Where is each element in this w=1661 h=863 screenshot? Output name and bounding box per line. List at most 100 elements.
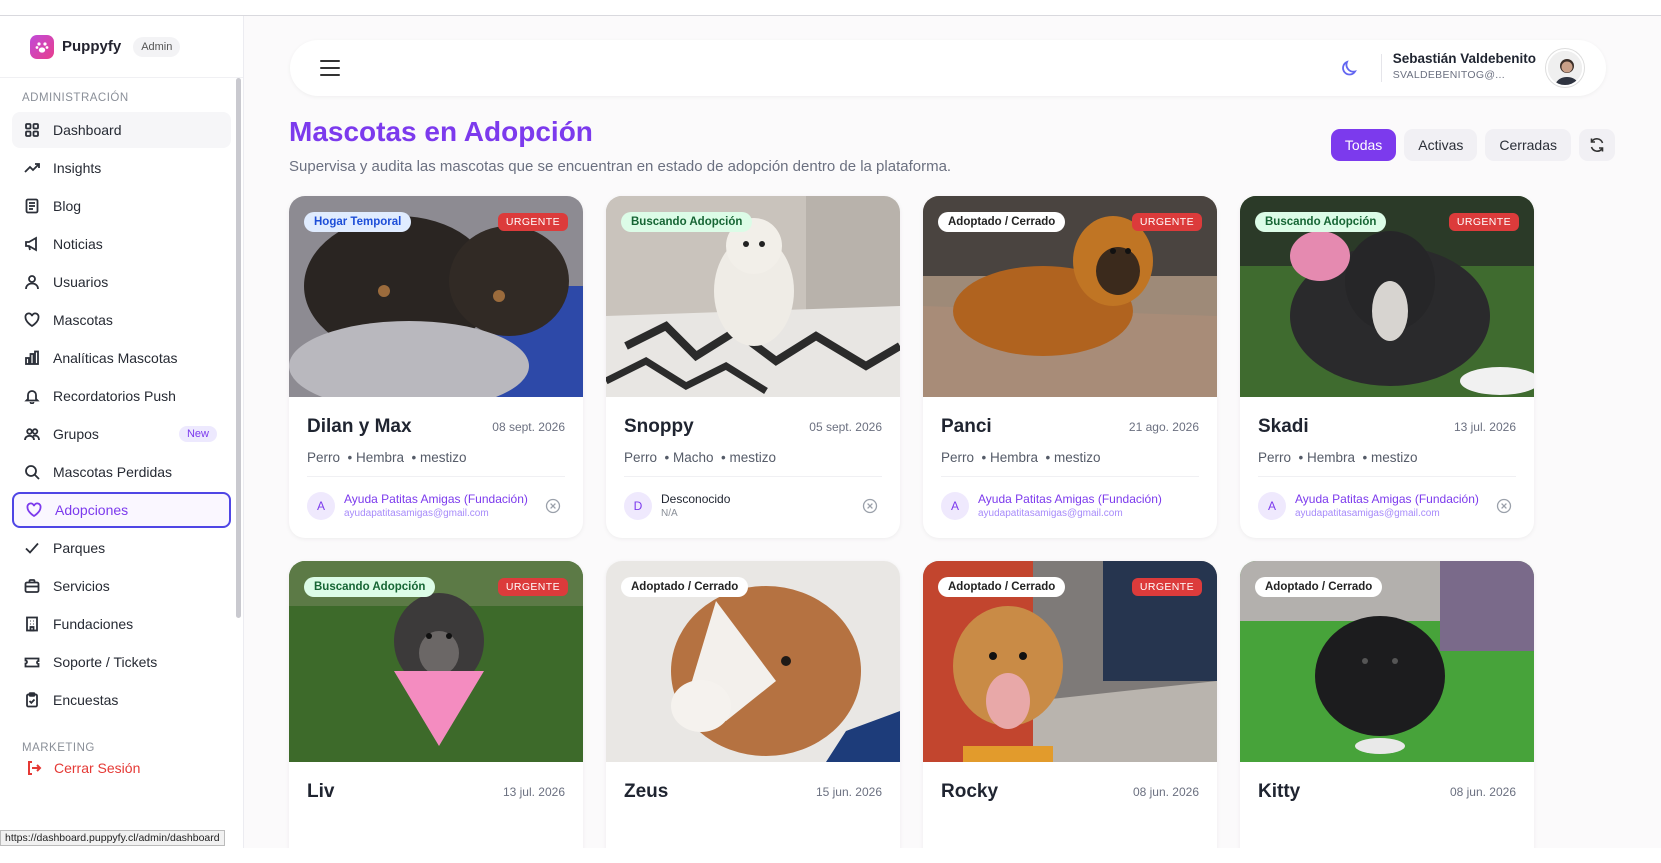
status-badge: Buscando Adopción	[621, 212, 753, 232]
sidebar-item-label: Noticias	[53, 236, 103, 252]
pet-photo: Adoptado / Cerrado	[606, 561, 900, 762]
org-name[interactable]: Desconocido	[661, 492, 730, 506]
pet-card[interactable]: Buscando Adopción URGENTE Skadi 13 jul. …	[1240, 196, 1534, 538]
filter-activas-button[interactable]: Activas	[1404, 129, 1478, 161]
sidebar-item-mascotas[interactable]: Mascotas	[12, 302, 231, 338]
user-info[interactable]: Sebastián Valdebenito SVALDEBENITOG@...	[1393, 51, 1536, 81]
org-name[interactable]: Ayuda Patitas Amigas (Fundación)	[1295, 492, 1479, 506]
megaphone-icon	[23, 235, 41, 253]
pet-card[interactable]: Buscando Adopción Snoppy 05 sept. 2026 P…	[606, 196, 900, 538]
sidebar-item-label: Encuestas	[53, 692, 119, 708]
sidebar-item-recordatorios-push[interactable]: Recordatorios Push	[12, 378, 231, 414]
pet-photo: Adoptado / Cerrado	[1240, 561, 1534, 762]
pet-card[interactable]: Adoptado / Cerrado Zeus 15 jun. 2026	[606, 561, 900, 848]
pet-breed: mestizo	[1371, 450, 1418, 465]
sidebar-item-label: Adopciones	[55, 502, 129, 518]
top-header: Sebastián Valdebenito SVALDEBENITOG@...	[290, 40, 1606, 96]
sidebar-item-adopciones[interactable]: Adopciones	[12, 492, 231, 528]
hamburger-menu-icon[interactable]	[320, 60, 340, 76]
sidebar-item-noticias[interactable]: Noticias	[12, 226, 231, 262]
pet-card[interactable]: Adoptado / Cerrado URGENTE Panci 21 ago.…	[923, 196, 1217, 538]
urgent-badge: URGENTE	[1131, 578, 1202, 596]
org-email: ayudapatitasamigas@gmail.com	[1295, 508, 1440, 519]
sidebar-item-mascotas-perdidas[interactable]: Mascotas Perdidas	[12, 454, 231, 490]
urgent-badge: URGENTE	[497, 578, 568, 596]
status-badge: Buscando Adopción	[1255, 212, 1387, 232]
sidebar-item-encuestas[interactable]: Encuestas	[12, 682, 231, 718]
heart-icon	[23, 311, 41, 329]
close-circle-icon[interactable]	[862, 498, 878, 514]
sidebar-item-grupos[interactable]: Grupos New	[12, 416, 231, 452]
logout-button[interactable]: Cerrar Sesión	[26, 760, 140, 776]
sidebar-item-label: Parques	[53, 540, 106, 556]
org-avatar: A	[941, 492, 969, 520]
sidebar-item-label: Recordatorios Push	[53, 388, 176, 404]
pet-name: Liv	[307, 781, 335, 802]
sidebar-item-insights[interactable]: Insights	[12, 150, 231, 186]
brand-name: Puppyfy	[62, 38, 122, 55]
filter-cerradas-button[interactable]: Cerradas	[1485, 129, 1571, 161]
org-name[interactable]: Ayuda Patitas Amigas (Fundación)	[344, 492, 528, 506]
grid-icon	[23, 121, 41, 139]
pet-species: Perro	[941, 450, 975, 465]
sidebar-item-label: Fundaciones	[53, 616, 134, 632]
close-circle-icon[interactable]	[545, 498, 561, 514]
pet-date: 08 jun. 2026	[1449, 785, 1516, 799]
sidebar-item-usuarios[interactable]: Usuarios	[12, 264, 231, 300]
close-circle-icon[interactable]	[1496, 498, 1512, 514]
ticket-icon	[23, 653, 41, 671]
sidebar-item-analiticas-mascotas[interactable]: Analíticas Mascotas	[12, 340, 231, 376]
trend-icon	[23, 159, 41, 177]
brand: Puppyfy Admin	[0, 16, 243, 78]
pet-meta: Perro • Hembra • mestizo	[307, 450, 467, 465]
pet-meta: Perro • Hembra • mestizo	[1258, 450, 1418, 465]
status-badge: Adoptado / Cerrado	[621, 577, 749, 597]
search-icon	[23, 463, 41, 481]
pet-name: Kitty	[1258, 781, 1301, 802]
filter-todas-button[interactable]: Todas	[1330, 129, 1397, 161]
pet-name: Zeus	[624, 781, 669, 802]
refresh-icon	[1590, 138, 1604, 152]
page-title: Mascotas en Adopción	[289, 116, 593, 147]
pet-date: 08 sept. 2026	[492, 420, 565, 434]
page-subtitle: Supervisa y audita las mascotas que se e…	[289, 158, 952, 175]
moon-icon[interactable]	[1340, 58, 1360, 78]
status-badge: Hogar Temporal	[304, 212, 412, 232]
sidebar-item-parques[interactable]: Parques	[12, 530, 231, 566]
avatar[interactable]	[1546, 49, 1584, 87]
sidebar-item-servicios[interactable]: Servicios	[12, 568, 231, 604]
building-icon	[23, 615, 41, 633]
pet-species: Perro	[624, 450, 658, 465]
pet-date: 13 jul. 2026	[1453, 420, 1516, 434]
pet-species: Perro	[307, 450, 341, 465]
section-label-marketing: MARKETING	[22, 742, 95, 754]
org-avatar: D	[624, 492, 652, 520]
pet-sex: Hembra	[356, 450, 405, 465]
org-email: N/A	[661, 508, 678, 519]
pet-meta: Perro • Hembra • mestizo	[941, 450, 1101, 465]
status-bar-url: https://dashboard.puppyfy.cl/admin/dashb…	[0, 830, 225, 846]
card-divider	[1258, 476, 1516, 477]
sidebar-item-fundaciones[interactable]: Fundaciones	[12, 606, 231, 642]
heart-icon	[25, 501, 43, 519]
pet-card[interactable]: Hogar Temporal URGENTE Dilan y Max 08 se…	[289, 196, 583, 538]
org-name[interactable]: Ayuda Patitas Amigas (Fundación)	[978, 492, 1162, 506]
refresh-button[interactable]	[1579, 129, 1615, 161]
sidebar-scrollbar[interactable]	[236, 78, 241, 618]
pet-card[interactable]: Adoptado / Cerrado Kitty 08 jun. 2026	[1240, 561, 1534, 848]
bar-chart-icon	[23, 349, 41, 367]
sidebar-item-dashboard[interactable]: Dashboard	[12, 112, 231, 148]
sidebar-item-label: Servicios	[53, 578, 110, 594]
pet-date: 21 ago. 2026	[1128, 420, 1199, 434]
sidebar-item-soporte-tickets[interactable]: Soporte / Tickets	[12, 644, 231, 680]
paw-logo-icon[interactable]	[30, 34, 54, 59]
pet-name: Panci	[941, 416, 992, 437]
pet-card[interactable]: Adoptado / Cerrado URGENTE Rocky 08 jun.…	[923, 561, 1217, 848]
pet-photo: Buscando Adopción URGENTE	[1240, 196, 1534, 397]
sidebar-item-label: Insights	[53, 160, 102, 176]
sidebar-item-blog[interactable]: Blog	[12, 188, 231, 224]
urgent-badge: URGENTE	[1448, 213, 1519, 231]
pet-species: Perro	[1258, 450, 1292, 465]
pet-card[interactable]: Buscando Adopción URGENTE Liv 13 jul. 20…	[289, 561, 583, 848]
pet-name: Skadi	[1258, 416, 1309, 437]
